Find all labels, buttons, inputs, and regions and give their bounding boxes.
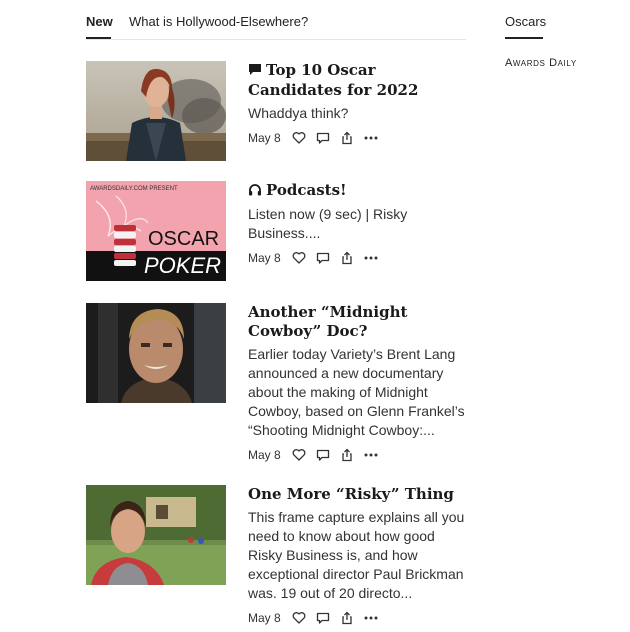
midnight-cowboy-still-image	[86, 303, 226, 403]
thumb-line2-text: POKER	[144, 253, 221, 278]
sidebar-tab-oscars[interactable]: Oscars	[505, 14, 546, 29]
share-icon[interactable]	[340, 611, 354, 625]
risky-business-still-image	[86, 485, 226, 585]
more-options-icon[interactable]	[364, 448, 378, 462]
post-title[interactable]: Top 10 Oscar Candidates for 2022	[248, 61, 468, 100]
post-text: Another “Midnight Cowboy” Doc? Earlier t…	[248, 303, 468, 463]
post-title[interactable]: Podcasts!	[248, 181, 468, 201]
tab-what-is-hollywood-elsewhere[interactable]: What is Hollywood-Elsewhere?	[129, 14, 308, 29]
share-icon[interactable]	[340, 131, 354, 145]
post-thumbnail[interactable]	[86, 61, 226, 161]
post-meta: May 8	[248, 130, 468, 146]
comment-icon[interactable]	[316, 131, 330, 145]
post-date: May 8	[248, 131, 281, 145]
comment-icon[interactable]	[316, 611, 330, 625]
sidebar-link-awards-daily[interactable]: Awards Daily	[505, 57, 577, 69]
heart-icon[interactable]	[292, 448, 306, 462]
comment-icon[interactable]	[316, 448, 330, 462]
heart-icon[interactable]	[292, 611, 306, 625]
more-options-icon[interactable]	[364, 611, 378, 625]
active-tab-underline	[86, 37, 111, 39]
post-title-text: Podcasts!	[266, 181, 347, 199]
post-excerpt: This frame capture explains all you need…	[248, 509, 465, 601]
post-title-text: Top 10 Oscar Candidates for 2022	[248, 61, 419, 99]
post-thumbnail[interactable]	[86, 485, 226, 585]
post-title[interactable]: Another “Midnight Cowboy” Doc?	[248, 303, 468, 341]
headphones-icon	[248, 182, 263, 201]
post-text: Top 10 Oscar Candidates for 2022 Whaddya…	[248, 61, 468, 146]
post-meta: May 8	[248, 250, 468, 266]
post-excerpt: Whaddya think?	[248, 105, 349, 121]
top-nav-tabs: New What is Hollywood-Elsewhere?	[86, 0, 466, 40]
post-text: One More “Risky” Thing This frame captur…	[248, 485, 468, 626]
post-thumbnail[interactable]	[86, 303, 226, 403]
post-meta: May 8	[248, 610, 468, 626]
thumb-line1-text: OSCAR	[148, 228, 219, 250]
speech-bubble-icon	[248, 62, 263, 81]
post-date: May 8	[248, 611, 281, 625]
post-text: Podcasts! Listen now (9 sec) | Risky Bus…	[248, 181, 468, 266]
post-date: May 8	[248, 251, 281, 265]
more-options-icon[interactable]	[364, 131, 378, 145]
thumb-small-text: AWARDSDAILY.COM PRESENT	[90, 186, 178, 192]
post-excerpt: Earlier today Variety’s Brent Lang annou…	[248, 346, 465, 438]
post-meta: May 8	[248, 447, 468, 463]
post-excerpt: Listen now (9 sec) | Risky Business....	[248, 206, 408, 241]
post-thumbnail[interactable]: AWARDSDAILY.COM PRESENT OSCAR POKER	[86, 181, 226, 281]
share-icon[interactable]	[340, 448, 354, 462]
share-icon[interactable]	[340, 251, 354, 265]
comment-icon[interactable]	[316, 251, 330, 265]
oscar-poker-logo-image: AWARDSDAILY.COM PRESENT OSCAR POKER	[86, 181, 226, 281]
more-options-icon[interactable]	[364, 251, 378, 265]
post-date: May 8	[248, 448, 281, 462]
heart-icon[interactable]	[292, 251, 306, 265]
black-widow-still-image	[86, 61, 226, 161]
sidebar-tab-underline	[505, 37, 543, 39]
heart-icon[interactable]	[292, 131, 306, 145]
tab-new[interactable]: New	[86, 14, 113, 29]
post-title[interactable]: One More “Risky” Thing	[248, 485, 468, 504]
